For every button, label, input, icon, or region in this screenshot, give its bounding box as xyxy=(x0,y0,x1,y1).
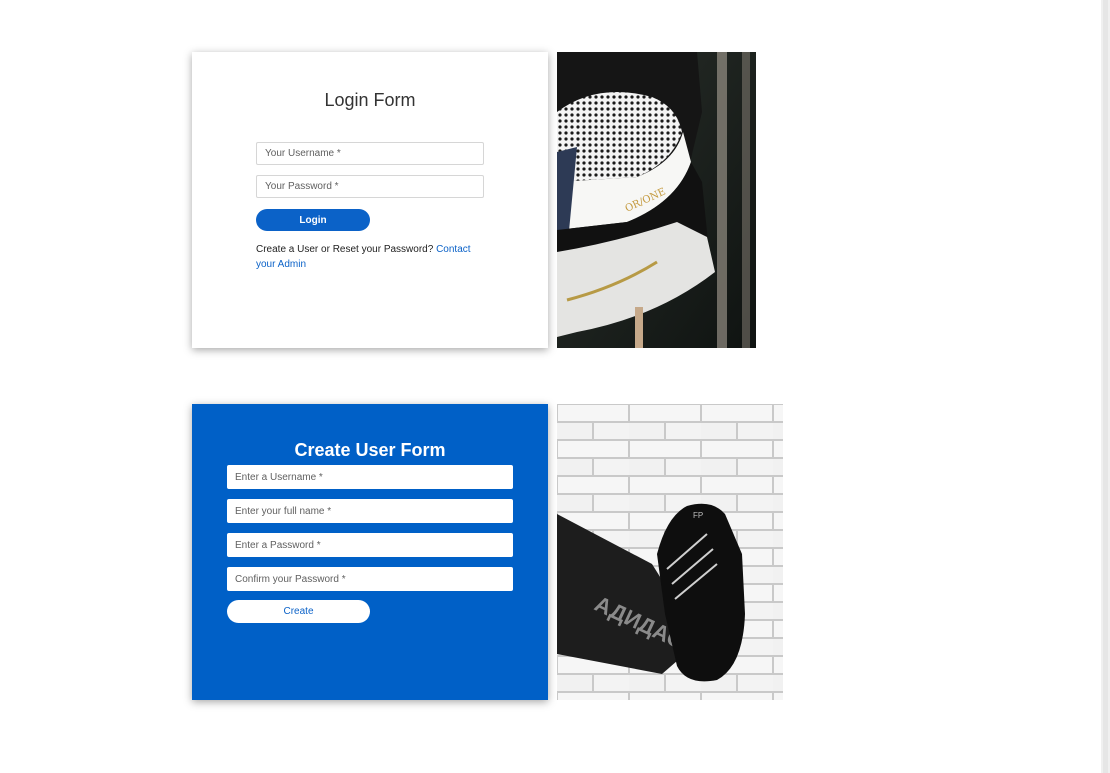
create-password-input[interactable] xyxy=(227,533,513,557)
scrollbar-thumb[interactable] xyxy=(1103,0,1108,773)
login-title: Login Form xyxy=(324,90,416,110)
create-confirm-password-input[interactable] xyxy=(227,567,513,591)
create-user-card: Create User Form Create xyxy=(192,404,548,700)
svg-text:FP: FP xyxy=(693,511,703,520)
brick-wall-illustration: АДИДАС FP xyxy=(557,404,783,700)
login-help-text: Create a User or Reset your Password? Co… xyxy=(256,242,476,272)
sneaker-photo: OR/ONE xyxy=(557,52,756,348)
create-button[interactable]: Create xyxy=(227,600,370,623)
sneaker-illustration: OR/ONE xyxy=(557,52,756,348)
create-user-title: Create User Form xyxy=(294,440,446,460)
create-username-input[interactable] xyxy=(227,465,513,489)
create-fullname-input[interactable] xyxy=(227,499,513,523)
login-password-input[interactable] xyxy=(256,175,484,198)
login-username-input[interactable] xyxy=(256,142,484,165)
brick-wall-photo: АДИДАС FP xyxy=(557,404,783,700)
login-card: Login Form Login Create a User or Reset … xyxy=(192,52,548,348)
login-button[interactable]: Login xyxy=(256,209,370,231)
login-help-label: Create a User or Reset your Password? xyxy=(256,244,434,255)
